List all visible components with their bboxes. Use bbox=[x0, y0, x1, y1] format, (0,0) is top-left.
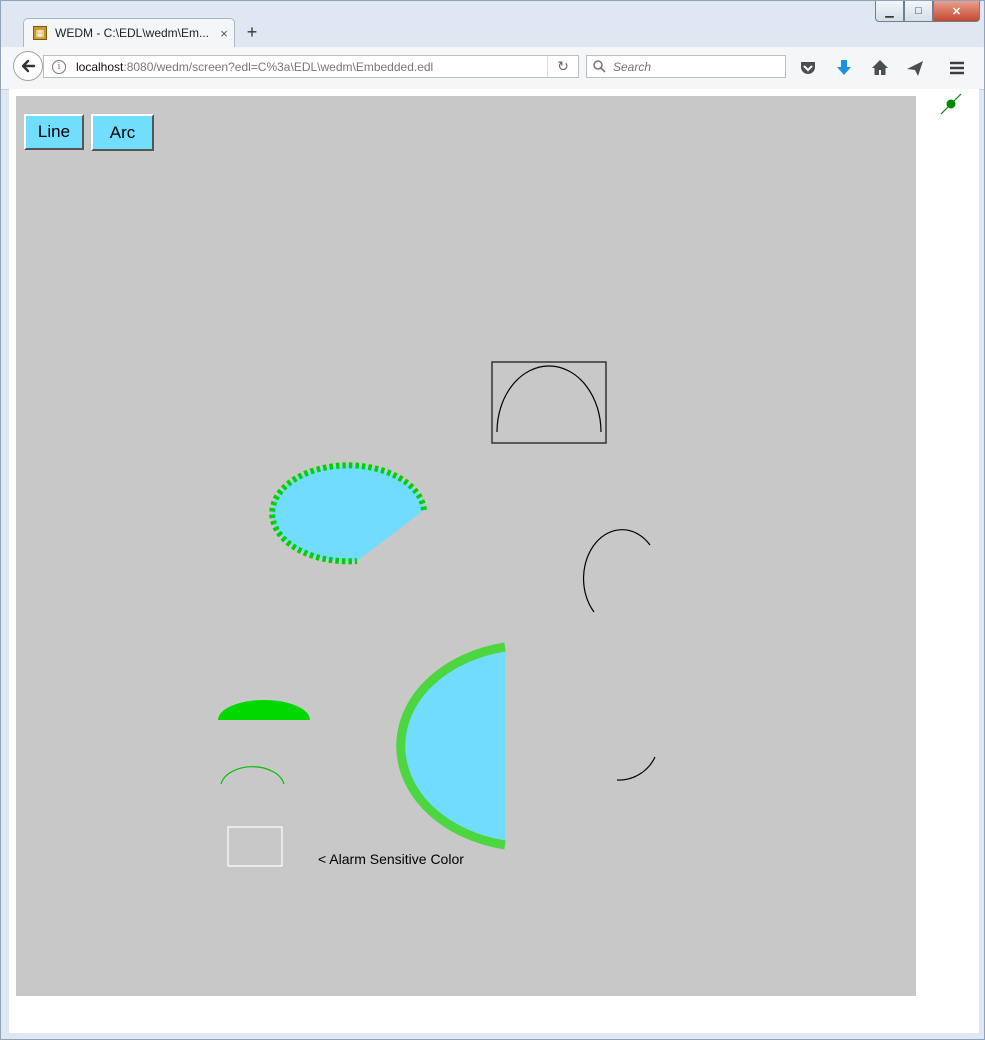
browser-window: ▦ WEDM - C:\EDL\wedm\Em... × + ▁ □ ✕ i l… bbox=[0, 0, 985, 1040]
semicircle-arc bbox=[496, 365, 602, 433]
edm-screen-canvas: Line Arc < Alarm Sensitive Color bbox=[16, 96, 916, 996]
alarm-outline-arc bbox=[220, 766, 285, 785]
arc-bounding-rect bbox=[491, 361, 607, 444]
maximize-button[interactable]: □ bbox=[904, 1, 933, 22]
url-host: localhost bbox=[76, 59, 124, 74]
open-arc-upper bbox=[582, 529, 651, 613]
navigation-toolbar: i localhost :8080/wedm/screen?edl=C%3a\E… bbox=[1, 47, 984, 90]
downloads-icon[interactable] bbox=[834, 58, 854, 78]
reload-icon[interactable]: ↻ bbox=[547, 56, 578, 77]
send-tab-icon[interactable] bbox=[905, 58, 925, 78]
back-arrow-icon bbox=[21, 59, 36, 73]
connection-status-icon bbox=[940, 93, 962, 115]
url-path: :8080/wedm/screen?edl=C%3a\EDL\wedm\Embe… bbox=[123, 59, 434, 74]
alarm-filled-arc bbox=[218, 700, 310, 720]
home-icon[interactable] bbox=[870, 58, 890, 78]
open-arc-lower bbox=[616, 756, 656, 781]
half-ellipse-fill bbox=[400, 647, 505, 845]
minimize-button[interactable]: ▁ bbox=[875, 1, 904, 22]
close-window-button[interactable]: ✕ bbox=[933, 1, 980, 22]
search-input[interactable] bbox=[611, 58, 785, 75]
back-button[interactable] bbox=[13, 51, 43, 81]
search-box[interactable] bbox=[586, 55, 786, 78]
search-icon bbox=[587, 60, 611, 73]
page-content: Line Arc < Alarm Sensitive Color bbox=[9, 89, 979, 1033]
alarm-sensitive-color-label: < Alarm Sensitive Color bbox=[318, 851, 464, 867]
wedm-favicon-icon: ▦ bbox=[33, 26, 47, 40]
new-tab-button[interactable]: + bbox=[241, 21, 263, 43]
tab-title: WEDM - C:\EDL\wedm\Em... bbox=[55, 26, 210, 40]
title-bar: ▦ WEDM - C:\EDL\wedm\Em... × + ▁ □ ✕ bbox=[1, 1, 985, 47]
alarm-rectangle bbox=[227, 826, 283, 867]
drawing-layer bbox=[218, 361, 656, 867]
tab-close-icon[interactable]: × bbox=[214, 26, 234, 41]
site-info-icon[interactable]: i bbox=[52, 59, 66, 74]
pocket-icon[interactable] bbox=[798, 58, 818, 78]
address-bar[interactable]: i localhost :8080/wedm/screen?edl=C%3a\E… bbox=[43, 55, 579, 78]
menu-icon[interactable] bbox=[947, 58, 967, 78]
window-controls: ▁ □ ✕ bbox=[875, 1, 980, 22]
browser-tab[interactable]: ▦ WEDM - C:\EDL\wedm\Em... × bbox=[23, 18, 235, 47]
